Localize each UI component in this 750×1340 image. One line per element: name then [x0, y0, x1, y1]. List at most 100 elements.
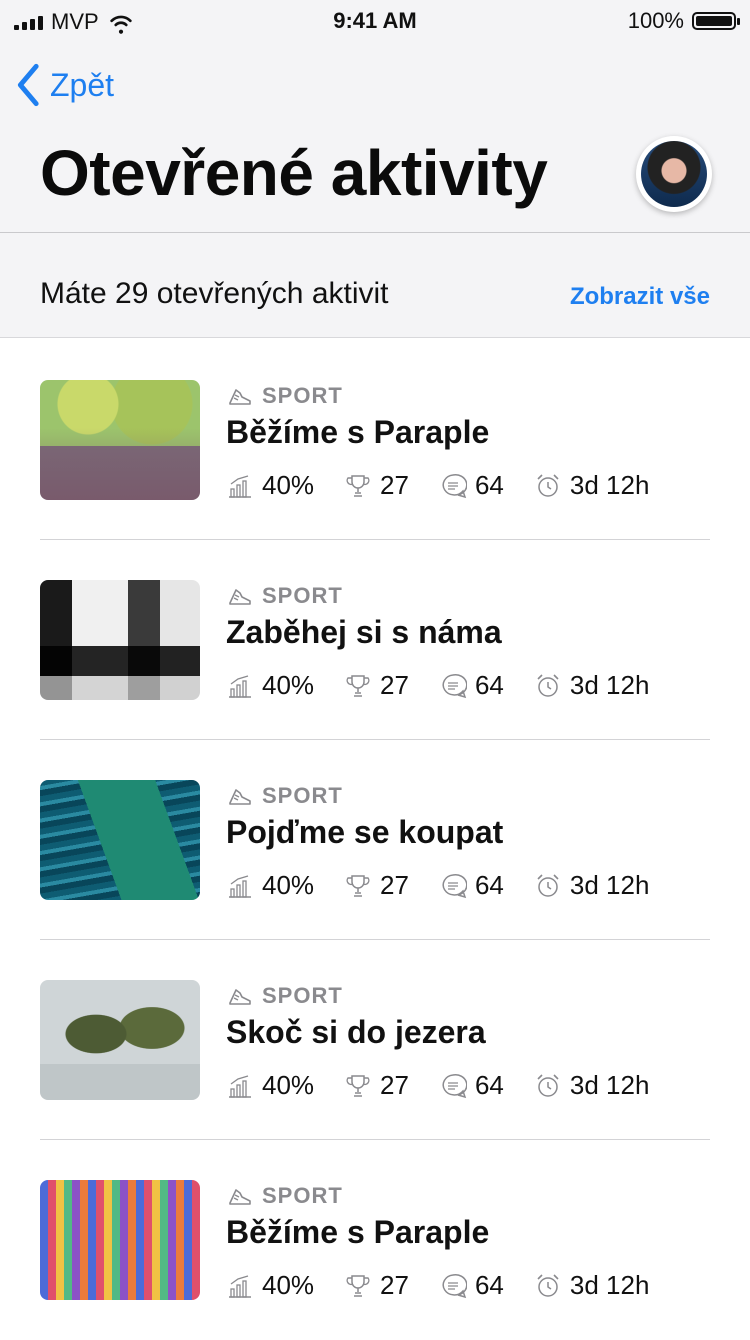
alarm-clock-icon	[534, 472, 562, 500]
activity-item[interactable]: SPORT Běžíme s Paraple 40% 27 64 3d 12h	[0, 1140, 750, 1340]
category-row: SPORT	[226, 1182, 343, 1210]
back-label: Zpět	[50, 66, 115, 103]
activity-thumbnail	[40, 980, 200, 1100]
time-left-value: 3d 12h	[569, 470, 650, 500]
show-all-link[interactable]: Zobrazit vše	[570, 283, 710, 311]
activity-category: SPORT	[262, 783, 343, 808]
avatar[interactable]	[636, 136, 712, 212]
activity-thumbnail	[40, 380, 200, 500]
trophy-icon	[344, 1072, 372, 1100]
time-stat: 3d 12h	[534, 870, 649, 901]
progress-value: 40%	[262, 470, 315, 500]
avatar-image	[641, 141, 707, 207]
activity-stats: 40% 27 64 3d 12h	[226, 470, 679, 501]
comment-icon	[439, 1272, 467, 1300]
page-title: Otevřené aktivity	[40, 137, 548, 209]
trophy-icon	[344, 872, 372, 900]
bar-chart-icon	[226, 1072, 254, 1100]
activity-stats: 40% 27 64 3d 12h	[226, 870, 679, 901]
activity-title: Běžíme s Paraple	[226, 1214, 490, 1250]
activity-title: Běžíme s Paraple	[226, 414, 490, 450]
comments-stat: 64	[439, 1270, 504, 1301]
back-button[interactable]: Zpět	[14, 62, 114, 108]
time-left-value: 3d 12h	[569, 1270, 650, 1300]
sneaker-icon	[226, 582, 254, 610]
alarm-clock-icon	[534, 672, 562, 700]
category-row: SPORT	[226, 782, 343, 810]
time-stat: 3d 12h	[534, 1070, 650, 1101]
alarm-clock-icon	[534, 1072, 562, 1100]
progress-value: 40%	[262, 1270, 315, 1300]
alarm-clock-icon	[534, 872, 562, 900]
trophies-stat: 27	[344, 870, 409, 901]
progress-value: 40%	[262, 870, 315, 900]
trophies-value: 27	[380, 670, 409, 700]
progress-stat: 40%	[226, 1270, 314, 1301]
comment-icon	[439, 872, 467, 900]
comments-value: 64	[474, 1070, 504, 1100]
category-row: SPORT	[226, 582, 343, 610]
comment-icon	[439, 672, 467, 700]
comments-value: 64	[474, 470, 504, 500]
comment-icon	[439, 472, 467, 500]
activity-item[interactable]: SPORT Skoč si do jezera 40% 27 64 3d 12h	[0, 940, 750, 1140]
activity-item[interactable]: SPORT Běžíme s Paraple 40% 27 64 3d 12h	[0, 340, 750, 540]
activity-item[interactable]: SPORT Pojďme se koupat 40% 27 64 3d 12h	[0, 740, 750, 940]
status-right: 100%	[627, 8, 740, 34]
status-bar: MVP 9:41 AM 100%	[0, 0, 750, 40]
trophy-icon	[344, 472, 372, 500]
trophies-stat: 27	[344, 1070, 409, 1101]
activity-list: SPORT Běžíme s Paraple 40% 27 64 3d 12h	[0, 340, 750, 1340]
progress-stat: 40%	[226, 870, 314, 901]
time-left-value: 3d 12h	[569, 670, 650, 700]
open-activities-count: Máte 29 otevřených aktivit	[40, 277, 389, 310]
sneaker-icon	[226, 1182, 254, 1210]
trophy-icon	[344, 1272, 372, 1300]
bar-chart-icon	[226, 672, 254, 700]
trophies-stat: 27	[344, 470, 409, 501]
progress-stat: 40%	[226, 670, 314, 701]
progress-value: 40%	[262, 1070, 315, 1100]
sneaker-icon	[226, 782, 254, 810]
category-row: SPORT	[226, 382, 343, 410]
navigation-header: MVP 9:41 AM 100% Zpět Otevřené aktivity	[0, 0, 750, 233]
time-stat: 3d 12h	[534, 1270, 650, 1301]
activity-category: SPORT	[262, 383, 343, 408]
time-stat: 3d 12h	[534, 670, 650, 701]
comments-value: 64	[474, 670, 504, 700]
activity-title: Skoč si do jezera	[226, 1014, 486, 1050]
activity-stats: 40% 27 64 3d 12h	[226, 1270, 679, 1301]
bar-chart-icon	[226, 1272, 254, 1300]
trophies-value: 27	[380, 470, 409, 500]
battery-icon	[692, 12, 740, 30]
activity-title: Pojďme se koupat	[226, 814, 504, 850]
chevron-left-icon	[14, 62, 44, 108]
activity-thumbnail	[40, 580, 200, 700]
battery-percentage: 100%	[627, 8, 684, 33]
time-stat: 3d 12h	[534, 470, 650, 501]
trophies-value: 27	[380, 870, 409, 900]
progress-value: 40%	[262, 670, 315, 700]
comment-icon	[439, 1072, 467, 1100]
alarm-clock-icon	[534, 1272, 562, 1300]
trophies-value: 27	[380, 1070, 409, 1100]
bar-chart-icon	[226, 472, 254, 500]
comments-value: 64	[474, 870, 504, 900]
category-row: SPORT	[226, 982, 343, 1010]
bar-chart-icon	[226, 872, 254, 900]
activity-stats: 40% 27 64 3d 12h	[226, 670, 679, 701]
activity-stats: 40% 27 64 3d 12h	[226, 1070, 679, 1101]
activity-item[interactable]: SPORT Zaběhej si s náma 40% 27 64 3d 12h	[0, 540, 750, 740]
time-left-value: 3d 12h	[569, 1070, 650, 1100]
activity-thumbnail	[40, 1180, 200, 1300]
comments-stat: 64	[439, 670, 504, 701]
activity-category: SPORT	[262, 583, 343, 608]
sneaker-icon	[226, 982, 254, 1010]
comments-value: 64	[474, 1270, 504, 1300]
progress-stat: 40%	[226, 1070, 314, 1101]
comments-stat: 64	[439, 870, 504, 901]
comments-stat: 64	[439, 1070, 504, 1101]
summary-bar: Máte 29 otevřených aktivit Zobrazit vše	[0, 233, 750, 338]
trophy-icon	[344, 672, 372, 700]
activity-category: SPORT	[262, 983, 343, 1008]
